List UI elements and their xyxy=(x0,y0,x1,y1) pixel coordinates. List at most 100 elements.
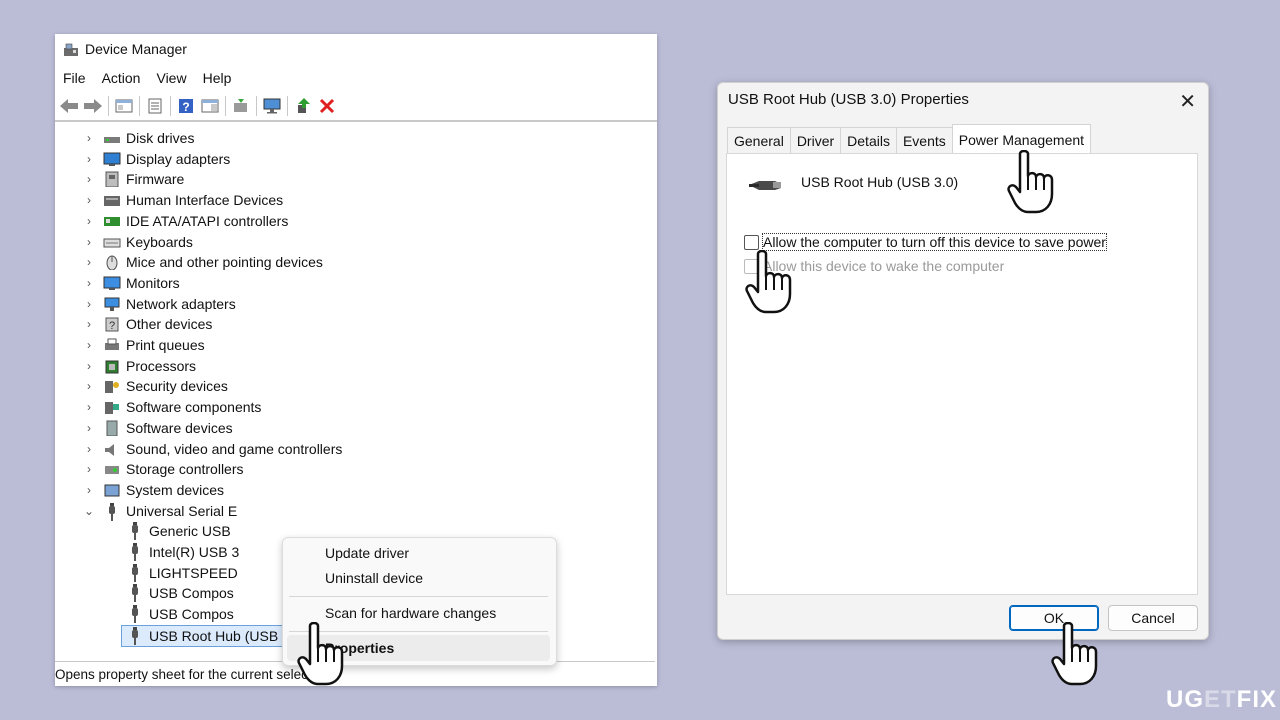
uninstall-device-icon[interactable] xyxy=(316,95,338,117)
tree-category-label: Processors xyxy=(126,357,197,374)
properties-sheet-icon[interactable] xyxy=(144,95,166,117)
tree-category[interactable]: › Firmware xyxy=(83,169,184,189)
tree-category[interactable]: › Monitors xyxy=(83,273,180,293)
hand-pointer-icon xyxy=(297,622,344,686)
usb-icon xyxy=(127,626,143,645)
toolbar-separator xyxy=(225,96,226,116)
system-devices-icon xyxy=(104,484,120,497)
chevron-right-icon[interactable]: › xyxy=(83,214,95,228)
allow-turn-off-checkbox[interactable] xyxy=(744,234,759,250)
enable-device-icon[interactable] xyxy=(292,95,314,117)
mouse-icon xyxy=(106,255,118,271)
menu-action[interactable]: Action xyxy=(102,70,141,86)
tree-category[interactable]: › Software components xyxy=(83,397,261,417)
allow-turn-off-label: Allow the computer to turn off this devi… xyxy=(762,233,1107,251)
chevron-right-icon[interactable]: › xyxy=(83,379,95,393)
tree-category-label: System devices xyxy=(126,481,225,498)
tree-category-label: Display adapters xyxy=(126,150,231,167)
help-icon[interactable]: ? xyxy=(175,95,197,117)
chevron-right-icon[interactable]: › xyxy=(83,462,95,476)
ide-controller-icon xyxy=(104,216,120,226)
chevron-right-icon[interactable]: › xyxy=(83,483,95,497)
tab-details[interactable]: Details xyxy=(840,127,897,153)
tree-category[interactable]: › Print queues xyxy=(83,335,205,355)
menu-file[interactable]: File xyxy=(63,70,86,86)
chevron-right-icon[interactable]: › xyxy=(83,131,95,145)
network-adapter-icon xyxy=(104,297,120,311)
tree-category[interactable]: › IDE ATA/ATAPI controllers xyxy=(83,211,288,231)
chevron-right-icon[interactable]: › xyxy=(83,359,95,373)
chevron-right-icon[interactable]: › xyxy=(83,400,95,414)
software-device-icon xyxy=(106,420,118,436)
console-tree-icon[interactable] xyxy=(113,95,135,117)
chevron-right-icon[interactable]: › xyxy=(83,276,95,290)
device-manager-window: Device Manager File Action View Help ? ›… xyxy=(55,34,657,686)
tree-category-label: Storage controllers xyxy=(126,461,244,478)
chevron-right-icon[interactable]: › xyxy=(83,152,95,166)
tree-category[interactable]: ›? Other devices xyxy=(83,314,212,334)
usb-icon xyxy=(127,584,143,603)
tree-usb-device[interactable]: USB Compos xyxy=(127,583,234,603)
chevron-right-icon[interactable]: › xyxy=(83,193,95,207)
tree-category[interactable]: › Human Interface Devices xyxy=(83,190,283,210)
svg-text:?: ? xyxy=(109,320,115,332)
tree-category-label: Software components xyxy=(126,399,262,416)
chevron-right-icon[interactable]: › xyxy=(83,255,95,269)
tree-category[interactable]: › Mice and other pointing devices xyxy=(83,252,323,272)
tree-category-label: Disk drives xyxy=(126,130,195,146)
tab-general[interactable]: General xyxy=(727,127,791,153)
back-arrow-icon[interactable] xyxy=(58,95,80,117)
tree-usb-device[interactable]: Generic USB xyxy=(127,521,231,541)
toolbar-separator xyxy=(108,96,109,116)
tab-driver[interactable]: Driver xyxy=(789,127,842,153)
tree-device-label: Intel(R) USB 3 xyxy=(149,544,240,560)
window-title: Device Manager xyxy=(85,41,187,57)
update-driver-icon[interactable] xyxy=(230,95,252,117)
cancel-button[interactable]: Cancel xyxy=(1108,605,1198,631)
chevron-right-icon[interactable]: › xyxy=(83,442,95,456)
tree-category[interactable]: › Storage controllers xyxy=(83,459,244,479)
tree-category[interactable]: › Network adapters xyxy=(83,294,236,314)
monitor-icon xyxy=(103,276,121,290)
toolbar-separator xyxy=(256,96,257,116)
menu-help[interactable]: Help xyxy=(203,70,232,86)
tree-category[interactable]: › System devices xyxy=(83,480,224,500)
tree-category[interactable]: › Disk drives xyxy=(83,128,194,148)
chevron-right-icon[interactable]: › xyxy=(83,421,95,435)
allow-turn-off-option[interactable]: Allow the computer to turn off this devi… xyxy=(744,233,1107,251)
sound-icon xyxy=(105,443,114,456)
hid-icon xyxy=(104,196,120,207)
scan-hardware-icon[interactable] xyxy=(261,95,283,117)
tree-category-usb[interactable]: ⌄ Universal Serial E xyxy=(83,501,237,521)
chevron-right-icon[interactable]: › xyxy=(83,297,95,311)
tree-usb-device[interactable]: USB Compos xyxy=(127,604,234,624)
show-hide-pane-icon[interactable] xyxy=(199,95,221,117)
tree-category[interactable]: › Security devices xyxy=(83,376,228,396)
usb-icon xyxy=(127,543,143,561)
tree-category[interactable]: › Keyboards xyxy=(83,232,193,252)
power-management-pane: USB Root Hub (USB 3.0) Allow the compute… xyxy=(726,153,1198,595)
tree-category[interactable]: › Software devices xyxy=(83,418,233,438)
chevron-right-icon[interactable]: › xyxy=(83,235,95,249)
tree-usb-device[interactable]: LIGHTSPEED xyxy=(127,563,238,583)
chevron-down-icon[interactable]: ⌄ xyxy=(83,504,95,518)
tree-device-label: USB Compos xyxy=(149,606,234,623)
close-icon[interactable]: ✕ xyxy=(1179,89,1196,114)
tree-category[interactable]: › Sound, video and game controllers xyxy=(83,439,342,459)
tab-events[interactable]: Events xyxy=(895,127,953,153)
tree-device-label: LIGHTSPEED xyxy=(149,564,238,581)
chevron-right-icon[interactable]: › xyxy=(83,317,95,331)
menu-view[interactable]: View xyxy=(156,70,186,86)
chevron-right-icon[interactable]: › xyxy=(83,338,95,352)
tree-category[interactable]: › Display adapters xyxy=(83,149,230,169)
tree-usb-device[interactable]: Intel(R) USB 3 xyxy=(127,542,239,562)
menu-item-update-driver[interactable]: Update driver xyxy=(287,540,550,566)
usb-icon xyxy=(127,605,143,624)
tree-category[interactable]: › Processors xyxy=(83,356,196,376)
keyboard-icon xyxy=(103,238,121,247)
chevron-right-icon[interactable]: › xyxy=(83,172,95,186)
device-manager-app-icon xyxy=(63,42,78,56)
menu-item-uninstall-device[interactable]: Uninstall device xyxy=(287,565,550,591)
forward-arrow-icon[interactable] xyxy=(82,95,104,117)
software-component-icon xyxy=(105,402,119,415)
